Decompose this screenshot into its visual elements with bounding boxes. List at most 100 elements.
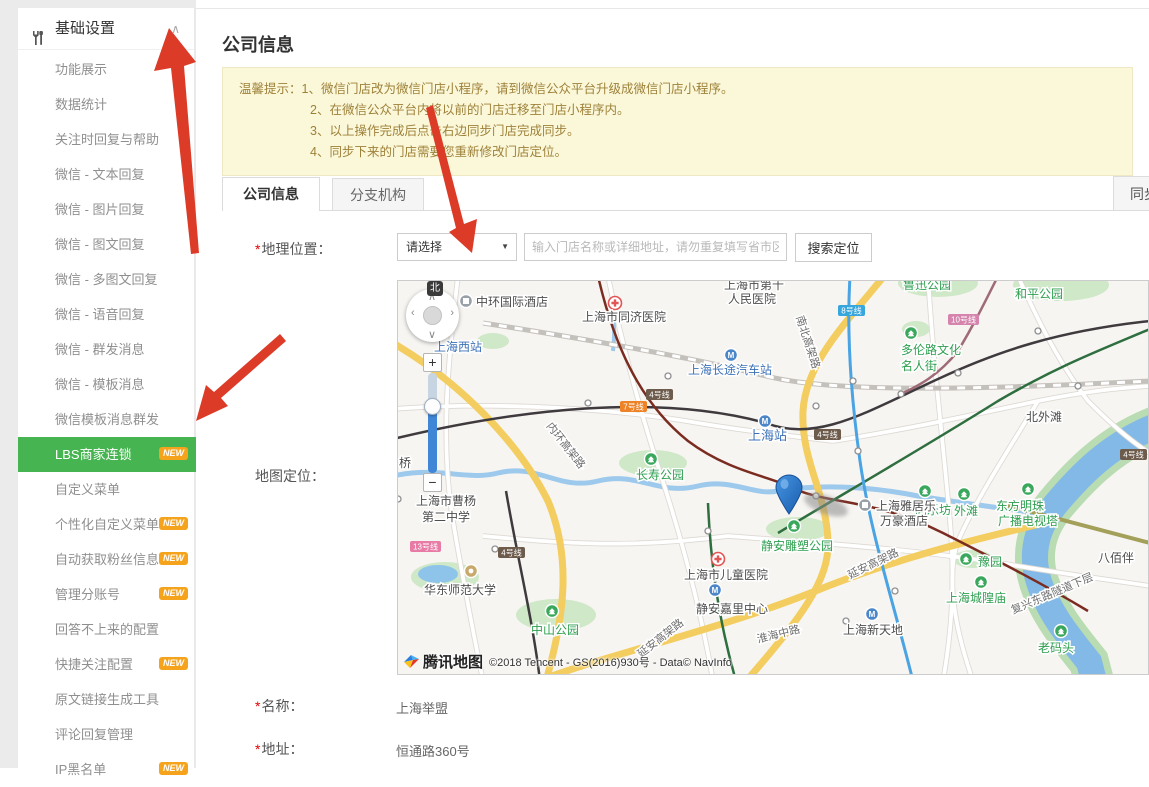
notice-line-1: 1、微信门店改为微信门店小程序，请到微信公众平台升级成微信门店小程序。: [302, 82, 734, 96]
notice-box: 温馨提示：1、微信门店改为微信门店小程序，请到微信公众平台升级成微信门店小程序。…: [222, 67, 1133, 176]
svg-text:北外滩: 北外滩: [1026, 410, 1062, 424]
hotel-icon: [460, 295, 473, 308]
sidebar-item-personalized-menu[interactable]: 个性化自定义菜单 NEW: [18, 507, 196, 542]
sidebar-item-voice-reply[interactable]: 微信 - 语音回复: [18, 297, 196, 332]
svg-text:上海市第十: 上海市第十: [724, 281, 784, 292]
sidebar-item-text-reply[interactable]: 微信 - 文本回复: [18, 157, 196, 192]
location-pin-icon[interactable]: [773, 474, 805, 516]
sidebar-item-label: IP黑名单: [55, 762, 106, 777]
tencent-map-logo-icon: [403, 653, 420, 670]
store-address-input[interactable]: [524, 233, 787, 261]
park-icon: [1055, 625, 1068, 638]
park-icon: [1022, 483, 1035, 496]
svg-text:上海雅居乐: 上海雅居乐: [876, 498, 936, 513]
sidebar-item-template-message[interactable]: 微信 - 模板消息: [18, 367, 196, 402]
chevron-up-icon[interactable]: ∧: [171, 8, 180, 50]
new-badge: NEW: [159, 447, 188, 460]
svg-text:中环国际酒店: 中环国际酒店: [476, 294, 548, 309]
location-select[interactable]: 请选择 ▼: [397, 233, 517, 261]
pan-left-icon[interactable]: ‹: [411, 307, 415, 319]
svg-text:广播电视塔: 广播电视塔: [998, 513, 1058, 528]
pan-right-icon[interactable]: ›: [450, 307, 454, 319]
sidebar-item-mass-message[interactable]: 微信 - 群发消息: [18, 332, 196, 367]
notice-intro: 温馨提示：: [239, 82, 302, 96]
hotel-icon: [859, 499, 872, 512]
sidebar-item-fallback-config[interactable]: 回答不上来的配置: [18, 612, 196, 647]
metro-station-icon: [866, 608, 879, 621]
park-icon: [960, 553, 973, 566]
search-locate-button[interactable]: 搜索定位: [795, 233, 872, 262]
zoom-slider-fill: [428, 407, 437, 473]
sidebar-item-article-reply[interactable]: 微信 - 图文回复: [18, 227, 196, 262]
park-icon: [975, 576, 988, 589]
svg-text:上海城隍庙: 上海城隍庙: [946, 590, 1006, 605]
zoom-in-button[interactable]: +: [423, 353, 442, 372]
sidebar-item-link-generator[interactable]: 原文链接生成工具: [18, 682, 196, 717]
pan-down-icon[interactable]: ∨: [428, 328, 436, 341]
zoom-out-button[interactable]: −: [423, 473, 442, 492]
svg-text:10号线: 10号线: [951, 315, 976, 325]
sidebar-item-function-display[interactable]: 功能展示: [18, 52, 196, 87]
map-pan-control[interactable]: ∧ ∨ ‹ ›: [406, 289, 459, 342]
new-badge: NEW: [159, 657, 188, 670]
svg-text:上海市曹杨: 上海市曹杨: [416, 493, 476, 508]
tab-branches[interactable]: 分支机构: [332, 178, 424, 211]
left-rail: [0, 0, 18, 768]
svg-text:上海长途汽车站: 上海长途汽车站: [688, 362, 772, 377]
notice-line-2: 2、在微信公众平台内将以前的门店迁移至门店小程序内。: [239, 100, 1116, 121]
svg-text:13号线: 13号线: [413, 542, 438, 552]
pan-knob[interactable]: [423, 306, 442, 325]
hospital-icon: [712, 553, 725, 566]
svg-text:长寿公园: 长寿公园: [636, 468, 684, 482]
svg-text:外滩: 外滩: [954, 504, 978, 518]
sync-stores-button[interactable]: 同步门店: [1113, 176, 1149, 211]
sidebar-item-label: LBS商家连锁: [55, 447, 132, 462]
svg-text:4号线: 4号线: [817, 430, 837, 440]
school-icon: [465, 565, 478, 578]
svg-text:老码头: 老码头: [1038, 641, 1074, 655]
select-caret-icon: ▼: [501, 234, 509, 260]
svg-text:八佰伴: 八佰伴: [1098, 551, 1134, 565]
sidebar-item-multi-article-reply[interactable]: 微信 - 多图文回复: [18, 262, 196, 297]
sidebar-item-label: 个性化自定义菜单: [55, 517, 159, 532]
svg-text:8号线: 8号线: [841, 306, 861, 316]
sidebar-item-quick-follow[interactable]: 快捷关注配置 NEW: [18, 647, 196, 682]
north-indicator: 北: [427, 281, 443, 296]
sidebar-item-lbs-chain[interactable]: LBS商家连锁 NEW: [18, 437, 196, 472]
svg-text:东方明珠: 东方明珠: [996, 498, 1044, 513]
sidebar-item-follow-reply[interactable]: 关注时回复与帮助: [18, 122, 196, 157]
zoom-slider-track[interactable]: [428, 373, 437, 473]
bus-station-icon: [725, 349, 738, 362]
sidebar-item-comment-management[interactable]: 评论回复管理: [18, 717, 196, 752]
new-badge: NEW: [159, 587, 188, 600]
sidebar-item-ip-blacklist[interactable]: IP黑名单 NEW: [18, 752, 196, 787]
map-logo-text: 腾讯地图: [423, 651, 483, 672]
svg-text:上海市儿童医院: 上海市儿童医院: [684, 567, 768, 582]
svg-text:上海新天地: 上海新天地: [843, 622, 903, 637]
select-value: 请选择: [406, 240, 442, 254]
sidebar-menu: 功能展示 数据统计 关注时回复与帮助 微信 - 文本回复 微信 - 图片回复 微…: [18, 52, 196, 787]
tab-company-info[interactable]: 公司信息: [222, 177, 320, 211]
svg-text:人民医院: 人民医院: [728, 292, 776, 306]
svg-text:桥: 桥: [399, 456, 411, 470]
sidebar-item-image-reply[interactable]: 微信 - 图片回复: [18, 192, 196, 227]
map-attribution: 腾讯地图 ©2018 Tencent - GS(2016)930号 - Data…: [403, 651, 732, 672]
required-asterisk: *: [255, 241, 260, 257]
sidebar-item-template-mass-send[interactable]: 微信模板消息群发: [18, 402, 196, 437]
park-icon: [958, 488, 971, 501]
sidebar-item-data-stats[interactable]: 数据统计: [18, 87, 196, 122]
new-badge: NEW: [159, 762, 188, 775]
sidebar-item-custom-menu[interactable]: 自定义菜单: [18, 472, 196, 507]
metro-station-icon: [709, 584, 722, 597]
sidebar-header[interactable]: 基础设置 ∧: [18, 8, 194, 50]
map-canvas[interactable]: M: [397, 280, 1149, 675]
map-locate-label: 地图定位：: [255, 466, 325, 486]
zoom-slider-handle[interactable]: [424, 398, 441, 415]
location-label: *地理位置：: [255, 239, 331, 259]
map-copyright: ©2018 Tencent - GS(2016)930号 - Data© Nav…: [489, 654, 732, 670]
svg-text:上海市同济医院: 上海市同济医院: [582, 309, 666, 324]
sidebar-item-sub-accounts[interactable]: 管理分账号 NEW: [18, 577, 196, 612]
page-title: 公司信息: [222, 31, 294, 57]
sidebar-item-auto-fan-info[interactable]: 自动获取粉丝信息 NEW: [18, 542, 196, 577]
required-asterisk: *: [255, 698, 260, 714]
